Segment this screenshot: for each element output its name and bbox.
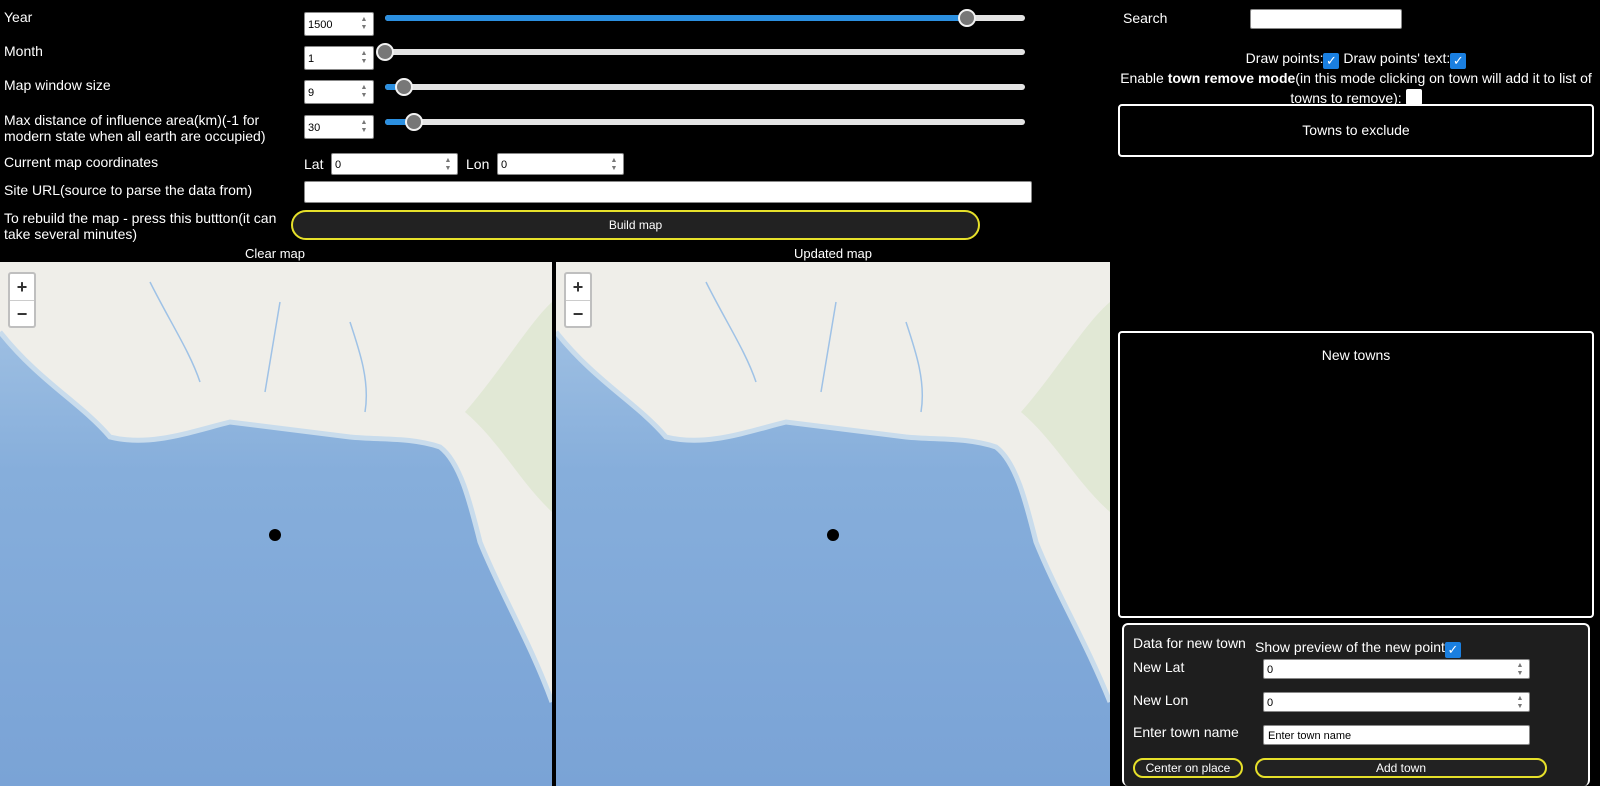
spinner-arrows-icon[interactable]: ▲ ▼ [359, 84, 369, 100]
month-slider[interactable] [376, 43, 1025, 61]
lon-input[interactable]: 0 ▲ ▼ [497, 153, 624, 175]
new-lon-value: 0 [1267, 697, 1274, 709]
town-name-label: Enter town name [1133, 724, 1239, 740]
coordinates-label: Current map coordinates [4, 154, 159, 170]
new-town-form: Data for new town Show preview of the ne… [1122, 623, 1590, 786]
map-basemap [556, 262, 1110, 703]
add-town-button[interactable]: Add town [1255, 758, 1547, 778]
remove-mode-prefix: Enable [1120, 70, 1168, 86]
search-input[interactable] [1250, 9, 1402, 29]
site-url-label: Site URL(source to parse the data from) [4, 182, 253, 198]
lat-label: Lat [304, 156, 324, 172]
spinner-arrows-icon[interactable]: ▲ ▼ [359, 16, 369, 32]
new-lat-input[interactable]: 0 ▲ ▼ [1263, 659, 1530, 679]
minus-icon[interactable]: − [566, 300, 590, 326]
window-size-label: Map window size [4, 77, 111, 93]
map-basemap [0, 262, 552, 703]
draw-points-label: Draw points: [1245, 50, 1324, 66]
max-distance-value: 30 [308, 122, 321, 134]
draw-text-label: Draw points' text: [1343, 50, 1451, 66]
remove-mode-bold: town remove mode [1167, 70, 1296, 86]
lon-label: Lon [466, 156, 490, 172]
month-slider-thumb[interactable] [376, 43, 394, 61]
new-town-title: Data for new town [1133, 635, 1246, 651]
year-input[interactable]: 1500 ▲ ▼ [304, 12, 374, 36]
lat-input[interactable]: 0 ▲ ▼ [331, 153, 458, 175]
rebuild-label: To rebuild the map - press this buttton(… [4, 210, 277, 242]
new-towns-title: New towns [1321, 347, 1391, 363]
remove-mode-suffix: (in this mode clicking on town will add … [1290, 70, 1592, 106]
max-distance-slider-thumb[interactable] [404, 113, 423, 131]
draw-options: Draw points: ✓ Draw points' text: ✓ [1120, 50, 1592, 69]
check-icon[interactable]: ✓ [1450, 53, 1467, 69]
window-size-value: 9 [308, 87, 315, 99]
preview-label: Show preview of the new point [1255, 639, 1445, 655]
spinner-arrows-icon[interactable]: ▲ ▼ [1515, 662, 1525, 678]
clear-map[interactable]: + − [0, 262, 552, 786]
month-input[interactable]: 1 ▲ ▼ [304, 46, 374, 70]
search-label: Search [1123, 10, 1168, 26]
zoom-control: + − [8, 272, 36, 328]
center-on-place-button[interactable]: Center on place [1133, 758, 1243, 778]
preview-option: Show preview of the new point ✓ [1255, 639, 1461, 658]
clear-map-title: Clear map [245, 246, 305, 261]
lat-value: 0 [335, 159, 342, 171]
window-size-slider-thumb[interactable] [395, 78, 414, 96]
year-value: 1500 [308, 19, 333, 31]
new-towns-panel: New towns [1118, 331, 1594, 618]
max-distance-input[interactable]: 30 ▲ ▼ [304, 115, 374, 139]
minus-icon[interactable]: − [10, 300, 34, 326]
new-lat-value: 0 [1267, 664, 1274, 676]
zoom-control: + − [564, 272, 592, 328]
map-point[interactable] [827, 529, 839, 541]
spinner-arrows-icon[interactable]: ▲ ▼ [359, 50, 369, 66]
month-label: Month [4, 43, 43, 59]
spinner-arrows-icon[interactable]: ▲ ▼ [609, 157, 619, 173]
site-url-input[interactable] [304, 181, 1032, 203]
new-lat-label: New Lat [1133, 659, 1185, 675]
window-size-slider[interactable] [385, 78, 1025, 96]
spinner-arrows-icon[interactable]: ▲ ▼ [443, 157, 453, 173]
max-distance-label: Max distance of influence area(km)(-1 fo… [4, 112, 266, 144]
year-slider[interactable] [385, 9, 1025, 27]
spinner-arrows-icon[interactable]: ▲ ▼ [359, 119, 369, 135]
towns-to-exclude-title: Towns to exclude [1302, 122, 1410, 138]
plus-icon[interactable]: + [566, 274, 590, 300]
towns-to-exclude-panel: Towns to exclude [1118, 104, 1594, 157]
year-slider-fill [385, 15, 968, 21]
town-name-input[interactable]: Enter town name [1263, 725, 1530, 745]
plus-icon[interactable]: + [10, 274, 34, 300]
spinner-arrows-icon[interactable]: ▲ ▼ [1515, 695, 1525, 711]
remove-mode-text: Enable town remove mode(in this mode cli… [1120, 68, 1592, 108]
updated-map-title: Updated map [793, 246, 873, 261]
year-slider-thumb[interactable] [958, 9, 977, 27]
check-icon[interactable]: ✓ [1444, 642, 1461, 658]
window-size-input[interactable]: 9 ▲ ▼ [304, 80, 374, 104]
check-icon[interactable]: ✓ [1323, 53, 1340, 69]
new-lon-label: New Lon [1133, 692, 1189, 708]
month-value: 1 [308, 53, 315, 65]
year-label: Year [4, 9, 33, 25]
map-point[interactable] [269, 529, 281, 541]
new-lon-input[interactable]: 0 ▲ ▼ [1263, 692, 1530, 712]
max-distance-slider[interactable] [385, 113, 1025, 131]
lon-value: 0 [501, 159, 508, 171]
remove-mode-checkbox[interactable] [1405, 89, 1422, 105]
updated-map[interactable]: + − [556, 262, 1110, 786]
build-map-button[interactable]: Build map [291, 210, 980, 240]
